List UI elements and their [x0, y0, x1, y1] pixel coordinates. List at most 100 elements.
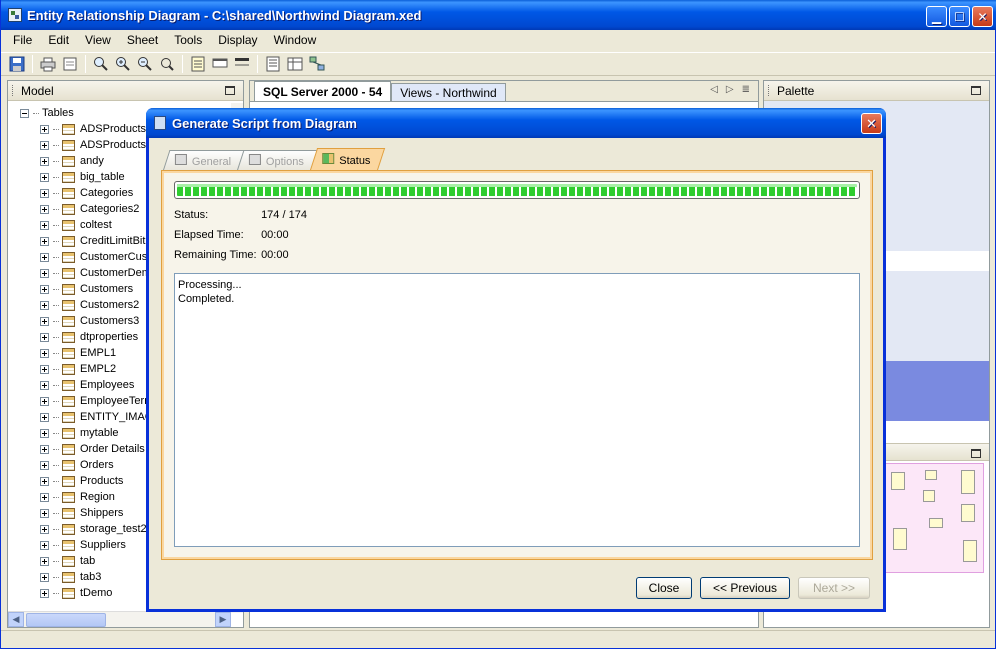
table-name: tDemo [80, 587, 113, 599]
save-icon[interactable] [7, 54, 27, 74]
expand-icon[interactable] [40, 396, 49, 406]
elapsed-value: 00:00 [261, 229, 289, 241]
restore-panel-icon[interactable] [971, 449, 981, 458]
line-icon[interactable] [232, 54, 252, 74]
zoom-icon[interactable] [91, 54, 111, 74]
expand-icon[interactable] [40, 572, 49, 582]
tab-options[interactable]: Options [237, 150, 319, 170]
dialog-titlebar[interactable]: Generate Script from Diagram ✕ [146, 108, 886, 138]
drag-grip-icon[interactable] [768, 85, 771, 96]
horizontal-scrollbar[interactable]: ◀ ▶ [8, 611, 231, 627]
restore-panel-icon[interactable] [971, 86, 981, 95]
expand-icon[interactable] [40, 284, 49, 294]
restore-panel-icon[interactable] [225, 86, 235, 95]
overview-entity [929, 518, 943, 528]
expand-icon[interactable] [40, 332, 49, 342]
scroll-left-icon[interactable]: ◀ [8, 612, 24, 627]
log-output[interactable]: Processing... Completed. [174, 273, 860, 547]
tab-list-icon[interactable]: ≣ [742, 84, 750, 95]
next-button[interactable]: Next >> [798, 577, 870, 599]
previous-button[interactable]: << Previous [700, 577, 790, 599]
expand-icon[interactable] [40, 124, 49, 134]
minimize-button[interactable]: ▁ [926, 6, 947, 27]
table-icon [62, 203, 75, 215]
tree-connector [53, 256, 59, 258]
script-icon [154, 116, 166, 130]
expand-icon[interactable] [40, 236, 49, 246]
expand-icon[interactable] [40, 204, 49, 214]
expand-icon[interactable] [40, 364, 49, 374]
menu-sheet[interactable]: Sheet [119, 33, 166, 47]
diagram-icon[interactable] [307, 54, 327, 74]
model-panel-header: Model [8, 81, 243, 101]
diagram-overview[interactable] [884, 463, 984, 573]
maximize-button[interactable]: ☐ [949, 6, 970, 27]
page-setup-icon[interactable] [60, 54, 80, 74]
expand-icon[interactable] [40, 268, 49, 278]
menu-display[interactable]: Display [210, 33, 265, 47]
expand-icon[interactable] [40, 316, 49, 326]
overview-entity [893, 528, 907, 550]
tree-connector [53, 320, 59, 322]
tab-next-icon[interactable]: ▷ [726, 84, 734, 95]
tree-connector [53, 368, 59, 370]
elapsed-row: Elapsed Time: 00:00 [174, 229, 289, 241]
collapse-icon[interactable] [20, 108, 29, 118]
expand-icon[interactable] [40, 444, 49, 454]
menu-edit[interactable]: Edit [40, 33, 77, 47]
tab-sql-server[interactable]: SQL Server 2000 - 54 [254, 81, 392, 101]
expand-icon[interactable] [40, 476, 49, 486]
table-name: Suppliers [80, 539, 126, 551]
expand-icon[interactable] [40, 140, 49, 150]
palette-header: Palette [764, 81, 989, 101]
expand-icon[interactable] [40, 508, 49, 518]
expand-icon[interactable] [40, 412, 49, 422]
expand-icon[interactable] [40, 348, 49, 358]
menu-window[interactable]: Window [266, 33, 325, 47]
tab-general[interactable]: General [163, 150, 246, 170]
drag-grip-icon[interactable] [12, 85, 15, 96]
expand-icon[interactable] [40, 156, 49, 166]
expand-icon[interactable] [40, 172, 49, 182]
expand-icon[interactable] [40, 380, 49, 390]
table-view-icon[interactable] [210, 54, 230, 74]
expand-icon[interactable] [40, 220, 49, 230]
expand-icon[interactable] [40, 428, 49, 438]
table-icon [62, 155, 75, 167]
expand-icon[interactable] [40, 540, 49, 550]
find-icon[interactable] [157, 54, 177, 74]
dialog-close-icon[interactable]: ✕ [861, 113, 882, 134]
expand-icon[interactable] [40, 492, 49, 502]
scroll-right-icon[interactable]: ▶ [215, 612, 231, 627]
tab-views-northwind[interactable]: Views - Northwind [391, 83, 506, 101]
print-icon[interactable] [38, 54, 58, 74]
grid-icon[interactable] [285, 54, 305, 74]
close-button[interactable]: Close [636, 577, 692, 599]
zoom-in-icon[interactable] [113, 54, 133, 74]
table-name: Order Details [80, 443, 145, 455]
table-name: Orders [80, 459, 114, 471]
menu-file[interactable]: File [5, 33, 40, 47]
palette-title: Palette [777, 83, 815, 98]
tab-prev-icon[interactable]: ◁ [710, 84, 718, 95]
tab-status[interactable]: Status [310, 148, 386, 170]
expand-icon[interactable] [40, 188, 49, 198]
table-name: Categories2 [80, 203, 140, 215]
menu-tools[interactable]: Tools [166, 33, 210, 47]
expand-icon[interactable] [40, 300, 49, 310]
log-line: Completed. [178, 293, 235, 305]
zoom-out-icon[interactable] [135, 54, 155, 74]
close-window-button[interactable]: ✕ [972, 6, 993, 27]
scroll-thumb[interactable] [26, 612, 106, 627]
expand-icon[interactable] [40, 252, 49, 262]
expand-icon[interactable] [40, 588, 49, 598]
menu-view[interactable]: View [77, 33, 119, 47]
document-tabs: SQL Server 2000 - 54 Views - Northwind ◁… [250, 81, 758, 101]
table-icon [62, 251, 75, 263]
window-titlebar[interactable]: Entity Relationship Diagram - C:\shared\… [1, 0, 996, 30]
columns-icon[interactable] [263, 54, 283, 74]
list-icon[interactable] [188, 54, 208, 74]
expand-icon[interactable] [40, 524, 49, 534]
expand-icon[interactable] [40, 556, 49, 566]
expand-icon[interactable] [40, 460, 49, 470]
